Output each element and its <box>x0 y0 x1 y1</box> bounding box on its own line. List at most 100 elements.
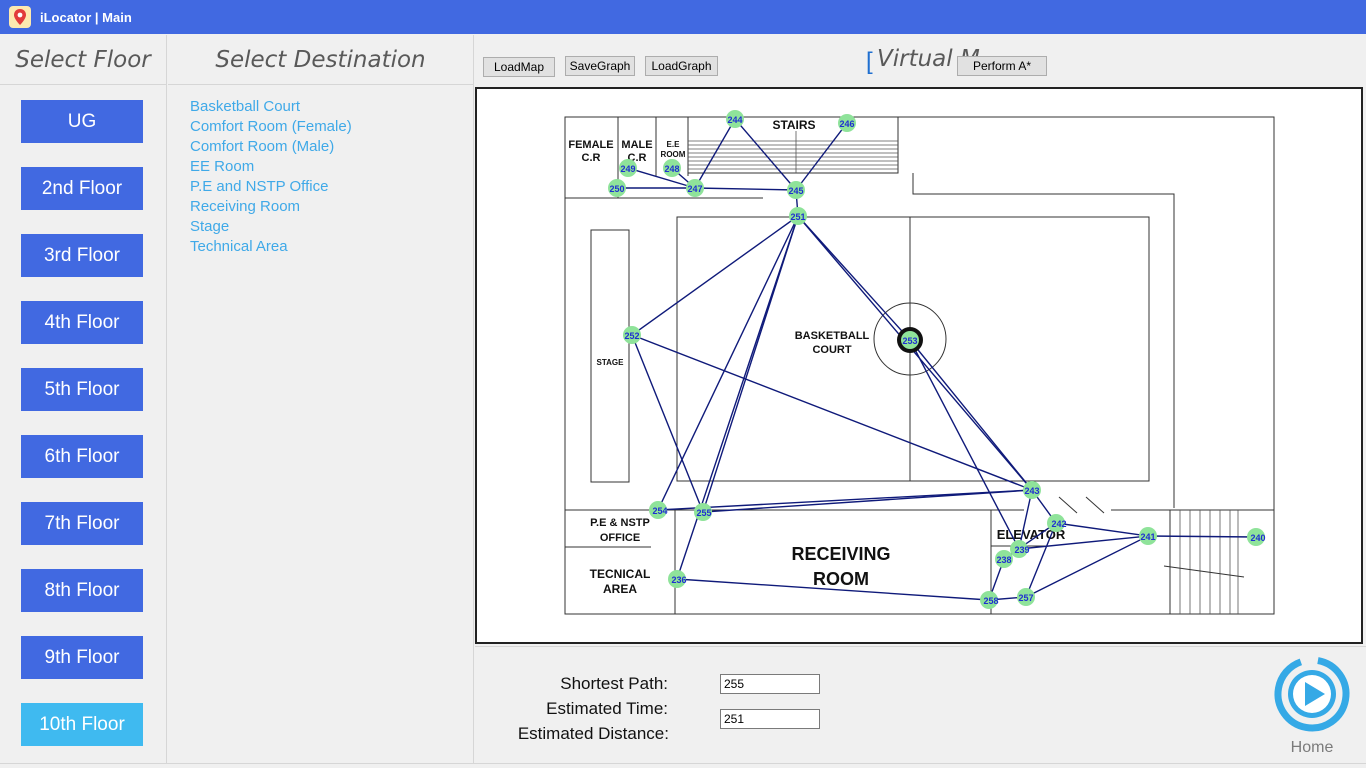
floor-button-3rd[interactable]: 3rd Floor <box>21 234 143 277</box>
svg-text:244: 244 <box>727 115 742 125</box>
graph-node[interactable]: 249 <box>619 159 637 177</box>
svg-text:255: 255 <box>696 508 711 518</box>
window-title: iLocator | Main <box>40 9 132 25</box>
graph-nodes: 244 246 249 248 250 247 245 251 252 253 … <box>608 110 1266 609</box>
svg-text:254: 254 <box>652 506 667 516</box>
destination-panel: Select Destination Basketball Court Comf… <box>168 35 474 768</box>
title-bar: iLocator | Main <box>0 0 1366 34</box>
destination-item[interactable]: Comfort Room (Male) <box>190 137 473 157</box>
graph-node[interactable]: 258 <box>980 591 999 609</box>
destination-panel-header: Select Destination <box>168 35 473 85</box>
graph-node[interactable]: 241 <box>1139 527 1157 545</box>
svg-text:249: 249 <box>620 164 635 174</box>
home-label: Home <box>1290 739 1334 756</box>
svg-text:250: 250 <box>609 184 624 194</box>
home-button[interactable] <box>1272 656 1352 736</box>
room-label-basketball-court: COURT <box>812 344 851 356</box>
destination-item[interactable]: Basketball Court <box>190 97 473 117</box>
load-graph-button[interactable]: LoadGraph <box>645 56 718 76</box>
floor-button-9th[interactable]: 9th Floor <box>21 636 143 679</box>
svg-text:252: 252 <box>624 331 639 341</box>
destination-item[interactable]: Comfort Room (Female) <box>190 117 473 137</box>
room-label-basketball-court: BASKETBALL <box>795 330 870 342</box>
graph-node[interactable]: 245 <box>787 181 805 199</box>
graph-node[interactable]: 243 <box>1023 481 1041 499</box>
graph-edges <box>617 118 1257 601</box>
graph-node[interactable]: 254 <box>649 501 668 519</box>
destination-list: Basketball Court Comfort Room (Female) C… <box>168 85 473 257</box>
floor-panel-header: Select Floor <box>0 35 166 85</box>
graph-node[interactable]: 247 <box>686 179 704 197</box>
svg-text:245: 245 <box>788 186 803 196</box>
graph-node[interactable]: 240 <box>1247 528 1266 546</box>
room-label-pe-office: P.E & NSTP <box>590 517 650 529</box>
svg-text:243: 243 <box>1024 486 1039 496</box>
graph-node[interactable]: 236 <box>668 570 687 588</box>
room-label-stairs: STAIRS <box>772 118 815 132</box>
graph-node[interactable]: 257 <box>1017 588 1035 606</box>
svg-text:239: 239 <box>1014 545 1029 555</box>
room-label-pe-office: OFFICE <box>600 532 640 544</box>
svg-text:247: 247 <box>687 184 702 194</box>
load-map-button[interactable]: LoadMap <box>483 57 555 77</box>
graph-node[interactable]: 248 <box>663 159 681 177</box>
floor-button-2nd[interactable]: 2nd Floor <box>21 167 143 210</box>
text-caret: [ <box>866 48 873 75</box>
room-label-technical-area: AREA <box>603 582 637 596</box>
estimated-time-label: Estimated Time: <box>546 699 668 718</box>
destination-item[interactable]: Stage <box>190 217 473 237</box>
estimated-time-field[interactable]: 251 <box>720 709 820 729</box>
floor-plan <box>564 116 1275 615</box>
graph-node-selected[interactable]: 253 <box>901 331 919 349</box>
room-label-receiving-room: RECEIVING <box>791 544 890 564</box>
map-canvas[interactable]: FEMALE C.R MALE C.R E.E ROOM STAIRS BASK… <box>475 87 1363 644</box>
window-bottom-edge <box>0 763 1366 768</box>
room-label-male-cr: MALE <box>621 139 652 151</box>
svg-text:240: 240 <box>1250 533 1265 543</box>
room-label-receiving-room: ROOM <box>813 569 869 589</box>
floor-button-10th-selected[interactable]: 10th Floor <box>21 703 143 746</box>
room-label-female-cr: FEMALE <box>568 139 613 151</box>
graph-node[interactable]: 250 <box>608 179 626 197</box>
map-pin-icon <box>9 6 31 28</box>
floor-button-ug[interactable]: UG <box>21 100 143 143</box>
graph-node[interactable]: 244 <box>726 110 744 128</box>
floor-button-8th[interactable]: 8th Floor <box>21 569 143 612</box>
perform-astar-button[interactable]: Perform A* <box>957 56 1047 76</box>
destination-item[interactable]: EE Room <box>190 157 473 177</box>
svg-text:242: 242 <box>1051 519 1066 529</box>
graph-node[interactable]: 251 <box>789 207 807 225</box>
save-graph-button[interactable]: SaveGraph <box>565 56 635 76</box>
floor-button-4th[interactable]: 4th Floor <box>21 301 143 344</box>
shortest-path-field[interactable]: 255 <box>720 674 820 694</box>
room-label-ee-room: E.E <box>667 140 681 149</box>
svg-text:253: 253 <box>902 336 917 346</box>
graph-node[interactable]: 255 <box>694 503 712 521</box>
floor-map: FEMALE C.R MALE C.R E.E ROOM STAIRS BASK… <box>564 110 1275 615</box>
graph-node[interactable]: 238 <box>995 550 1013 568</box>
graph-node[interactable]: 252 <box>623 326 641 344</box>
room-label-female-cr: C.R <box>582 152 601 164</box>
svg-text:258: 258 <box>983 596 998 606</box>
play-icon <box>1274 656 1350 732</box>
svg-text:248: 248 <box>664 164 679 174</box>
svg-text:241: 241 <box>1140 532 1155 542</box>
svg-text:236: 236 <box>671 575 686 585</box>
destination-item[interactable]: P.E and NSTP Office <box>190 177 473 197</box>
floor-button-5th[interactable]: 5th Floor <box>21 368 143 411</box>
svg-text:238: 238 <box>996 555 1011 565</box>
room-label-ee-room: ROOM <box>661 150 686 159</box>
graph-node[interactable]: 246 <box>838 114 856 132</box>
svg-text:251: 251 <box>790 212 805 222</box>
svg-text:257: 257 <box>1018 593 1033 603</box>
floor-button-6th[interactable]: 6th Floor <box>21 435 143 478</box>
estimated-distance-label: Estimated Distance: <box>517 724 669 743</box>
shortest-path-label: Shortest Path: <box>560 674 668 693</box>
room-label-technical-area: TECNICAL <box>590 567 651 581</box>
room-label-stage: STAGE <box>597 358 625 367</box>
svg-text:246: 246 <box>839 119 854 129</box>
floor-button-7th[interactable]: 7th Floor <box>21 502 143 545</box>
divider <box>475 646 1366 647</box>
destination-item[interactable]: Receiving Room <box>190 197 473 217</box>
destination-item[interactable]: Technical Area <box>190 237 473 257</box>
